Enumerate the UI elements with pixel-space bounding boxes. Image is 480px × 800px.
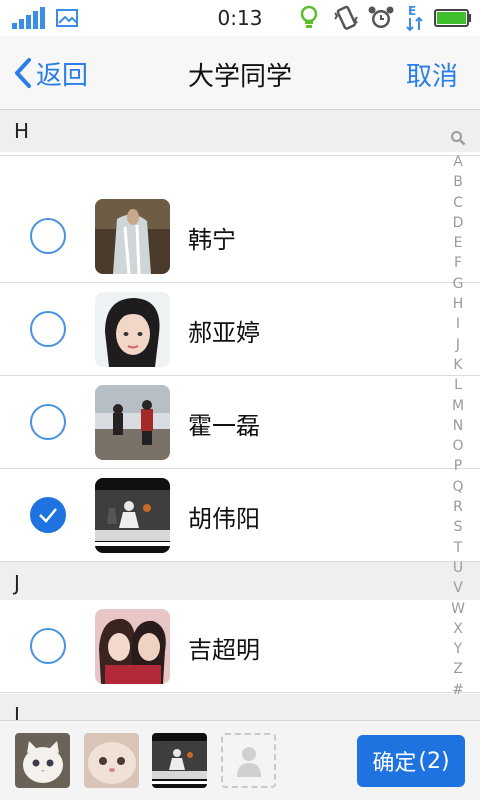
index-letter[interactable]: W [448,599,468,619]
index-letter[interactable]: A [448,152,468,172]
index-letter[interactable]: Z [448,659,468,679]
girl-portrait-photo-icon [95,292,170,367]
avatar [95,385,170,460]
index-letter[interactable]: Q [448,477,468,497]
basketball-photo-icon [152,733,207,788]
contact-row[interactable]: 吉超明 [0,600,480,693]
selected-count: (2) [418,748,450,774]
contact-row[interactable]: 胡伟阳 [0,469,480,562]
selected-thumb[interactable] [152,733,207,788]
index-letter[interactable]: C [448,193,468,213]
person-silhouette-icon [237,747,261,777]
index-letter[interactable]: G [448,274,468,294]
index-letter[interactable]: F [448,253,468,273]
index-letter[interactable]: R [448,497,468,517]
avatar [95,478,170,553]
section-letter: L [14,703,26,720]
index-letter[interactable]: K [448,355,468,375]
index-letter[interactable]: X [448,619,468,639]
lightbulb-icon [300,5,318,28]
index-letter[interactable]: H [448,294,468,314]
index-letter[interactable]: # [448,680,468,700]
index-letter[interactable]: I [448,314,468,334]
status-bar: 0:13 E [0,0,480,36]
index-letter[interactable]: D [448,213,468,233]
selected-thumb[interactable] [84,733,139,788]
section-letter: J [14,571,20,595]
alphabet-index[interactable]: A B C D E F G H I J K L M N O P Q R S T U V W X Y Z # [448,128,468,700]
contact-name: 胡伟阳 [188,505,260,533]
vibrate-icon [334,5,358,30]
confirm-label: 确定 [372,751,417,776]
section-header: L [0,694,480,720]
index-letter[interactable]: U [448,558,468,578]
data-transfer-icon: E [406,4,423,32]
two-people-outdoor-photo-icon [95,385,170,460]
fluffy-kitten-photo-icon [84,733,139,788]
index-letter[interactable]: M [448,396,468,416]
section-letter: H [14,119,30,143]
contact-name: 霍一磊 [188,412,260,440]
checkmark-icon [39,508,57,523]
couple-photo-icon [95,609,170,684]
search-icon[interactable] [450,130,466,146]
battery-icon [434,9,471,27]
confirm-button[interactable]: 确定 (2) [357,735,465,787]
index-letter[interactable]: E [448,233,468,253]
index-letter[interactable]: T [448,538,468,558]
alarm-clock-icon [368,6,394,28]
contact-list[interactable]: H 韩宁 郝亚婷 霍一磊 胡伟阳 J 吉超明 L [0,110,480,720]
index-letter[interactable]: P [448,456,468,476]
contact-row[interactable]: 韩宁 [0,190,480,283]
index-letter[interactable]: N [448,416,468,436]
section-header: J [0,562,480,600]
contact-name: 吉超明 [188,636,260,664]
cancel-button[interactable]: 取消 [406,56,458,93]
index-letter[interactable]: Y [448,639,468,659]
contact-name: 韩宁 [188,226,236,254]
select-checkbox[interactable] [30,218,66,254]
index-letter[interactable]: L [448,375,468,395]
select-checkbox[interactable] [30,628,66,664]
select-checkbox[interactable] [30,311,66,347]
selection-bar: 确定 (2) [0,720,480,800]
index-letter[interactable]: B [448,172,468,192]
avatar [95,292,170,367]
navigation-bar: 返回 大学同学 取消 [0,36,480,110]
select-checkbox[interactable] [30,404,66,440]
svg-text:E: E [408,4,416,18]
empty-slot-placeholder [221,733,276,788]
index-letter[interactable]: V [448,578,468,598]
avatar [95,199,170,274]
select-checkbox-checked[interactable] [30,497,66,533]
avatar [95,609,170,684]
contact-name: 郝亚婷 [188,319,260,347]
contact-row[interactable]: 郝亚婷 [0,283,480,376]
white-kitten-photo-icon [15,733,70,788]
section-header: H [0,110,480,152]
contact-row[interactable]: 霍一磊 [0,376,480,469]
basketball-photo-icon [95,478,170,553]
index-letter[interactable]: O [448,436,468,456]
index-letter[interactable]: J [448,335,468,355]
selected-thumb[interactable] [15,733,70,788]
waterfall-photo-icon [95,199,170,274]
index-letter[interactable]: S [448,517,468,537]
